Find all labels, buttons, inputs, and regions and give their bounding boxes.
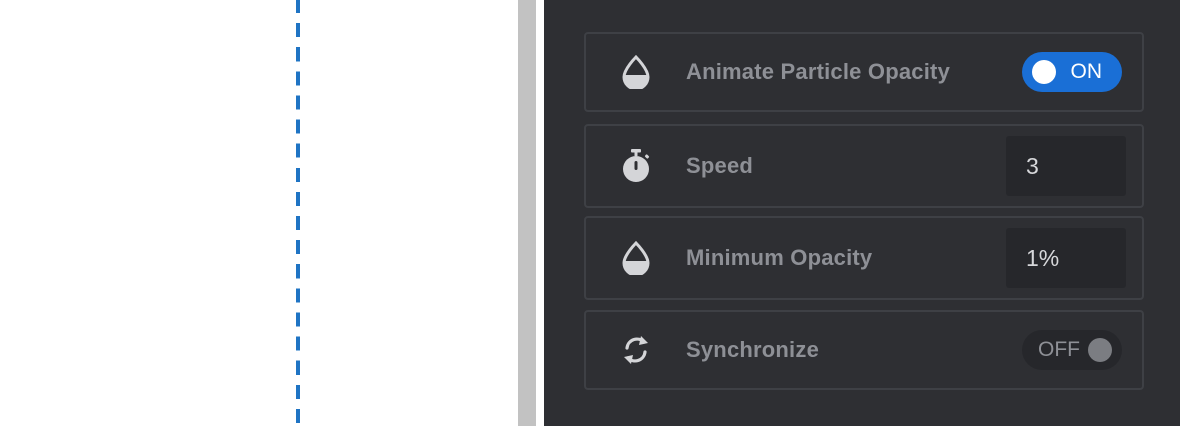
toggle-knob xyxy=(1088,338,1112,362)
settings-panel: Animate Particle Opacity ON Speed 3 Mini… xyxy=(544,0,1180,426)
animate-opacity-label: Animate Particle Opacity xyxy=(686,59,951,84)
animate-opacity-toggle[interactable]: ON xyxy=(1022,52,1122,92)
synchronize-toggle[interactable]: OFF xyxy=(1022,330,1122,370)
toggle-knob xyxy=(1032,60,1056,84)
speed-input[interactable]: 3 xyxy=(1006,136,1126,196)
minimum-opacity-label: Minimum Opacity xyxy=(686,245,873,270)
setting-row-minimum-opacity: Minimum Opacity 1% xyxy=(584,216,1144,300)
sync-icon xyxy=(618,332,654,368)
synchronize-label: Synchronize xyxy=(686,337,820,362)
toggle-state-text: OFF xyxy=(1038,338,1080,361)
minimum-opacity-input[interactable]: 1% xyxy=(1006,228,1126,288)
speed-label: Speed xyxy=(686,153,754,178)
setting-row-speed: Speed 3 xyxy=(584,124,1144,208)
panel-splitter[interactable] xyxy=(518,0,536,426)
setting-row-animate-opacity: Animate Particle Opacity ON xyxy=(584,32,1144,112)
splitter-gap xyxy=(536,0,544,426)
canvas-area xyxy=(0,0,518,426)
stopwatch-icon xyxy=(618,148,654,184)
setting-row-synchronize: Synchronize OFF xyxy=(584,310,1144,390)
vertical-guide-line xyxy=(296,0,300,426)
toggle-state-text: ON xyxy=(1070,60,1103,83)
opacity-drop-icon xyxy=(618,240,654,276)
opacity-drop-icon xyxy=(618,54,654,90)
